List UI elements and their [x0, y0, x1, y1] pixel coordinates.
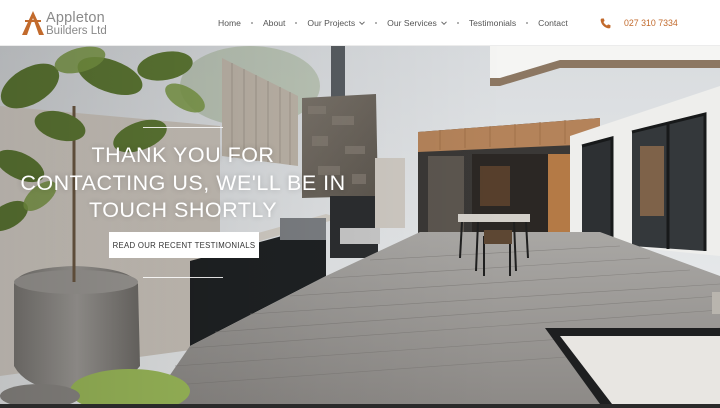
- nav-separator: [526, 22, 529, 24]
- nav-item-our-services[interactable]: Our Services: [387, 18, 447, 28]
- nav-separator: [375, 22, 378, 24]
- read-testimonials-button[interactable]: READ OUR RECENT TESTIMONIALS: [109, 232, 259, 258]
- phone-link[interactable]: 027 310 7334: [600, 0, 678, 46]
- nav-item-about[interactable]: About: [263, 18, 285, 28]
- nav-item-home[interactable]: Home: [218, 18, 241, 28]
- nav-item-label: Our Projects: [307, 18, 356, 28]
- nav-item-label: Contact: [538, 18, 568, 28]
- brand-name: Appleton: [46, 10, 105, 26]
- nav-separator: [250, 22, 253, 24]
- nav-separator: [295, 22, 298, 24]
- nav-item-contact[interactable]: Contact: [538, 18, 568, 28]
- chevron-down-icon: [440, 21, 447, 26]
- nav-item-label: Home: [218, 18, 241, 28]
- phone-icon: [600, 18, 611, 28]
- site-header: Appleton Builders Ltd Home About Our Pro…: [0, 0, 720, 46]
- decorative-rule: [143, 127, 223, 128]
- hero-headline: THANK YOU FOR CONTACTING US, WE'LL BE IN…: [20, 143, 346, 222]
- nav-item-testimonials[interactable]: Testimonials: [469, 18, 516, 28]
- nav-item-label: About: [262, 18, 286, 28]
- logo-mark-icon: [22, 11, 44, 35]
- brand-subtitle: Builders Ltd: [46, 25, 107, 37]
- hero-section: THANK YOU FOR CONTACTING US, WE'LL BE IN…: [0, 46, 720, 404]
- hero-overlay: [0, 46, 720, 404]
- page-bottom-edge: [0, 404, 720, 408]
- nav-item-label: Our Services: [387, 18, 437, 28]
- nav-item-label: Testimonials: [468, 18, 517, 28]
- chevron-down-icon: [359, 21, 366, 26]
- brand-logo[interactable]: Appleton Builders Ltd: [20, 9, 116, 39]
- nav-separator: [456, 22, 459, 24]
- nav-item-our-projects[interactable]: Our Projects: [307, 18, 366, 28]
- decorative-rule: [143, 277, 223, 278]
- main-nav: Home About Our Projects Our Services Tes…: [218, 0, 568, 46]
- phone-number: 027 310 7334: [624, 18, 678, 28]
